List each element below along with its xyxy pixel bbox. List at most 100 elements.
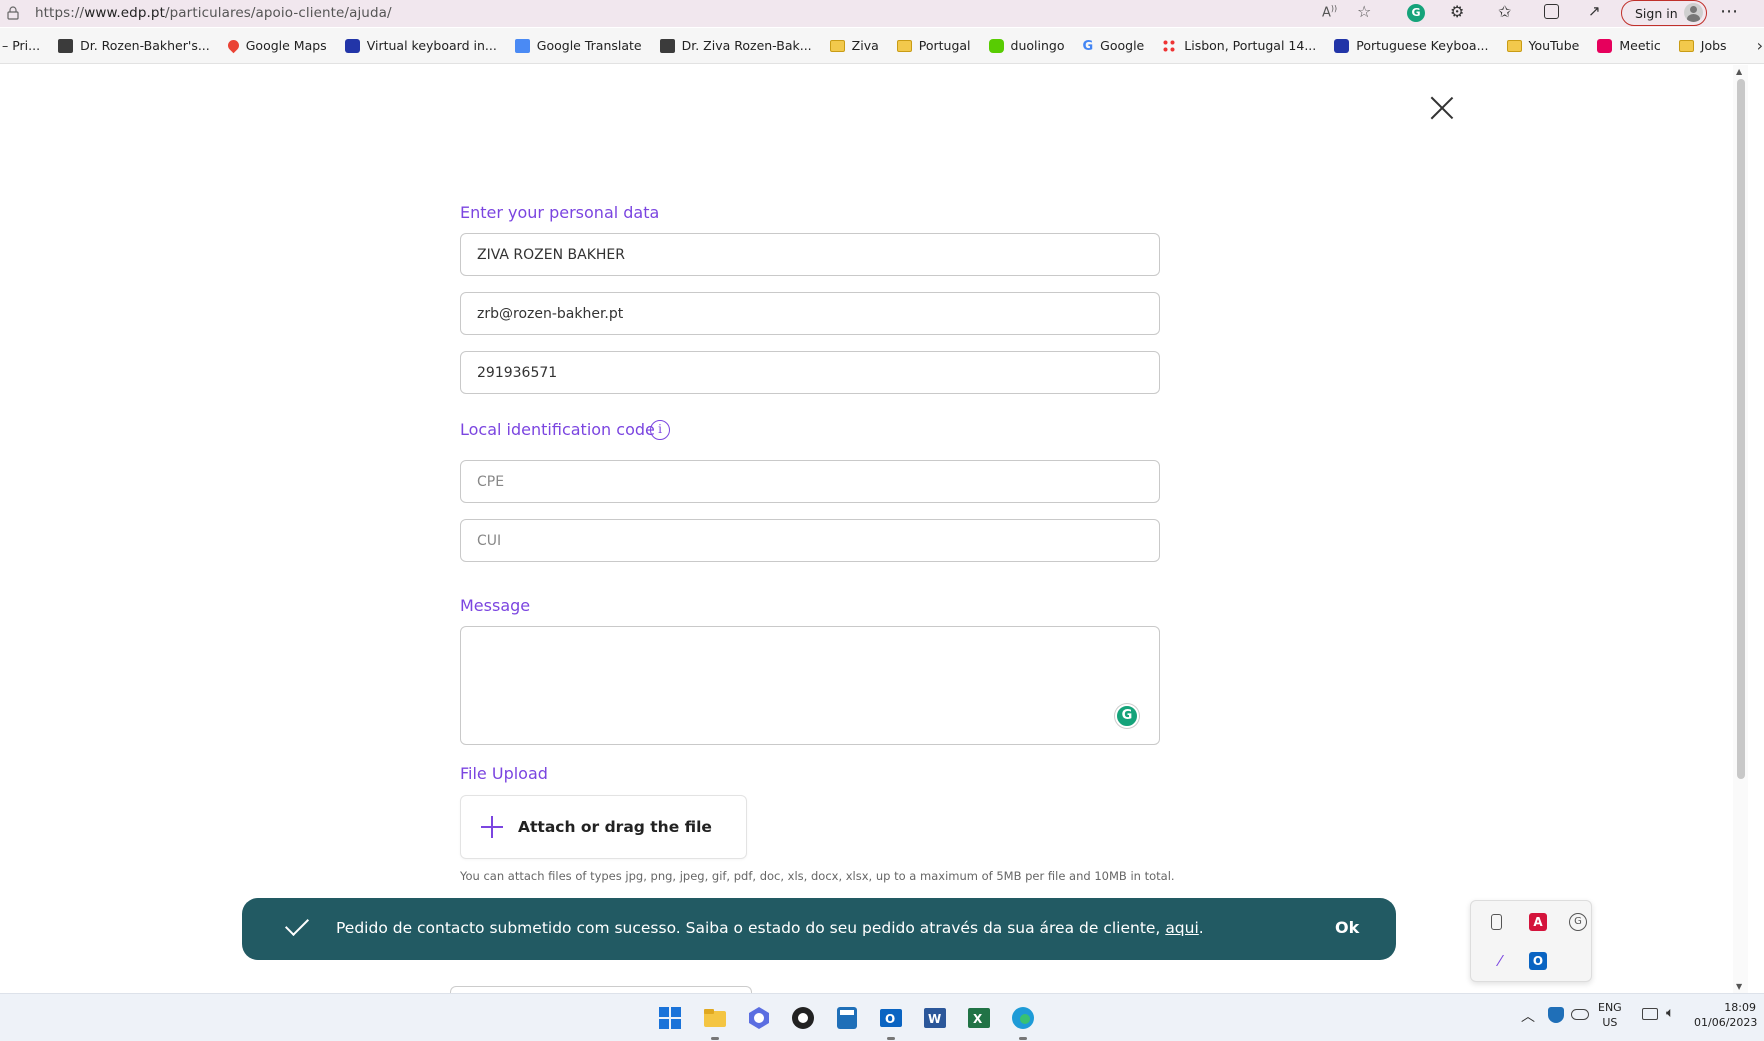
success-toast: Pedido de contacto submetido com sucesso… [242, 898, 1396, 960]
volume-icon[interactable]: 🔈︎ [1666, 1005, 1674, 1021]
bookmark-label: Dr. Ziva Rozen-Bak... [681, 38, 812, 53]
bookmark-item[interactable]: Google Translate [514, 38, 642, 53]
extensions-icon[interactable]: ⚙ [1450, 2, 1464, 21]
pen-icon[interactable]: ⁄ [1491, 952, 1509, 970]
favourites-icon[interactable]: ✩ [1498, 2, 1511, 21]
calculator-icon[interactable] [834, 1005, 860, 1031]
duo-icon [988, 38, 1004, 53]
kbd-icon [344, 38, 360, 53]
email-field[interactable]: zrb@rozen-bakher.pt [460, 292, 1160, 335]
cui-field[interactable]: CUI [460, 519, 1160, 562]
bookmark-item[interactable]: Ziva [829, 38, 879, 53]
onedrive-icon[interactable] [1571, 1009, 1589, 1020]
edge-running-indicator [1019, 1037, 1027, 1040]
excel-icon[interactable]: X [966, 1005, 992, 1031]
check-icon [284, 911, 310, 937]
security-icon[interactable] [1548, 1007, 1564, 1023]
plus-icon [481, 816, 503, 838]
svg-text:W: W [928, 1012, 941, 1026]
bookmark-label: Lisbon, Portugal 14... [1184, 38, 1317, 53]
folder-icon [1506, 39, 1522, 52]
bookmark-item[interactable]: – Pri... [2, 38, 40, 53]
bookmark-label: Google Maps [245, 38, 327, 53]
scroll-up-icon[interactable]: ▲ [1736, 67, 1742, 76]
bookmark-item[interactable]: Meetic [1597, 38, 1661, 53]
bookmark-item[interactable]: G Google [1083, 38, 1145, 54]
folder-icon [896, 39, 912, 52]
toast-ok-button[interactable]: Ok [1335, 918, 1359, 937]
grammarly-icon[interactable]: G [1115, 704, 1139, 728]
read-aloud-icon[interactable]: A)) [1322, 4, 1337, 20]
more-favourites-chevron-icon[interactable]: › [1757, 36, 1763, 55]
bookmark-item[interactable]: duolingo [988, 38, 1065, 53]
outlook-icon[interactable]: O [878, 1005, 904, 1031]
grammarly-tray-icon[interactable]: G [1569, 913, 1587, 931]
bookmark-item[interactable]: Jobs [1678, 38, 1727, 53]
page-scrollbar[interactable]: ▲ ▼ [1733, 65, 1748, 993]
message-textarea[interactable]: G [460, 626, 1160, 745]
scrollbar-thumb[interactable] [1737, 79, 1745, 779]
outlook-tray-icon[interactable]: O [1529, 952, 1547, 970]
trans-icon [514, 38, 530, 53]
word-icon[interactable]: W [922, 1005, 948, 1031]
tray-overflow-popup: A G ⁄ O [1470, 900, 1592, 982]
taskbar: O W X ︿ ENG US 🔈︎ 18:09 01/06/2023 [0, 993, 1764, 1041]
pin-icon [225, 37, 242, 54]
bookmark-item[interactable]: Portugal [896, 38, 971, 53]
profile-avatar-icon [1684, 3, 1703, 22]
cpe-field[interactable]: CPE [460, 460, 1160, 503]
attach-file-button[interactable]: Attach or drag the file [460, 795, 747, 859]
sign-in-button[interactable]: Sign in [1621, 0, 1707, 26]
cube-icon [58, 38, 74, 53]
client-area-link[interactable]: aqui [1165, 919, 1198, 937]
name-field[interactable]: ZIVA ROZEN BAKHER [460, 233, 1160, 276]
scroll-down-icon[interactable]: ▼ [1736, 982, 1742, 991]
collections-icon[interactable] [1544, 4, 1559, 19]
folder-icon [829, 39, 845, 52]
adobe-icon[interactable]: A [1529, 913, 1547, 931]
copilot-icon[interactable] [746, 1005, 772, 1031]
bookmark-item[interactable]: Lisbon, Portugal 14... [1162, 38, 1316, 53]
attach-file-label: Attach or drag the file [518, 818, 712, 836]
bookmark-item[interactable]: Dr. Ziva Rozen-Bak... [659, 38, 812, 53]
bookmark-item[interactable]: Virtual keyboard in... [344, 38, 497, 53]
usb-icon[interactable] [1491, 914, 1502, 930]
obs-icon[interactable] [790, 1005, 816, 1031]
phone-field[interactable]: 291936571 [460, 351, 1160, 394]
bookmark-label: Google [1100, 38, 1145, 53]
add-favourite-icon[interactable]: ☆ [1357, 2, 1371, 21]
close-icon[interactable] [1430, 96, 1454, 120]
clock[interactable]: 18:09 01/06/2023 [1694, 1000, 1757, 1030]
bookmark-label: – Pri... [2, 38, 41, 53]
edge-icon[interactable] [1010, 1005, 1036, 1031]
file-upload-label: File Upload [460, 764, 548, 783]
address-bar: https://www.edp.pt/particulares/apoio-cl… [0, 0, 1764, 27]
bookmark-item[interactable]: Google Maps [225, 37, 327, 54]
local-code-label: Local identification code [460, 420, 655, 439]
show-hidden-icons-chevron[interactable]: ︿ [1521, 1006, 1535, 1026]
settings-more-icon[interactable]: ⋯ [1720, 1, 1739, 22]
bookmark-item[interactable]: Dr. Rozen-Bakher's... [58, 38, 210, 53]
explorer-running-indicator [711, 1037, 719, 1040]
language-indicator[interactable]: ENG US [1598, 1000, 1622, 1030]
windows-start-icon[interactable] [657, 1005, 683, 1031]
favourites-bar: – Pri... Dr. Rozen-Bakher's... Google Maps… [0, 28, 1764, 64]
bookmark-label: Dr. Rozen-Bakher's... [80, 38, 210, 53]
share-icon[interactable]: ↗ [1588, 2, 1601, 20]
bookmark-label: Jobs [1700, 38, 1727, 53]
bookmark-item[interactable]: YouTube [1506, 38, 1579, 53]
page-info-icon[interactable] [7, 6, 19, 20]
grammarly-extension-icon[interactable]: G [1407, 4, 1425, 22]
toast-message: Pedido de contacto submetido com sucesso… [336, 919, 1204, 937]
bookmark-label: Virtual keyboard in... [366, 38, 497, 53]
cube-icon [659, 38, 675, 53]
svg-text:X: X [973, 1012, 983, 1026]
file-explorer-icon[interactable] [702, 1005, 728, 1031]
info-icon[interactable]: i [650, 420, 670, 440]
url-field[interactable]: https://www.edp.pt/particulares/apoio-cl… [35, 5, 392, 21]
network-icon[interactable] [1642, 1008, 1658, 1020]
upload-hint: You can attach files of types jpg, png, … [460, 869, 1175, 883]
bookmark-label: Portuguese Keyboa... [1356, 38, 1489, 53]
meetic-icon [1597, 38, 1613, 53]
bookmark-item[interactable]: Portuguese Keyboa... [1334, 38, 1489, 53]
